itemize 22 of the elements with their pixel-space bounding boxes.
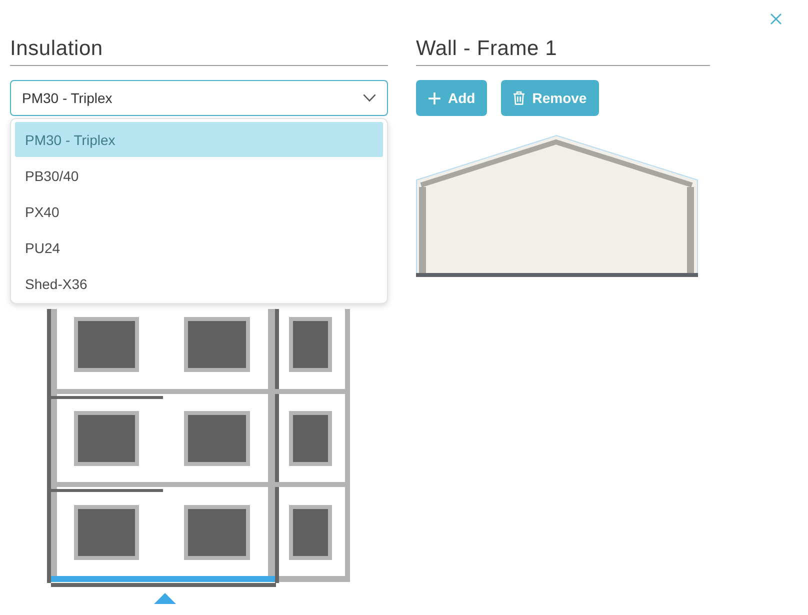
- window-shape: [74, 411, 139, 466]
- trash-icon: [513, 91, 526, 105]
- insulation-select[interactable]: PM30 - Triplex: [10, 80, 388, 116]
- dropdown-option[interactable]: Shed-X36: [15, 266, 383, 301]
- window-shape: [289, 317, 332, 372]
- dropdown-option[interactable]: PB30/40: [15, 158, 383, 193]
- window-shape: [74, 317, 139, 372]
- dropdown-option[interactable]: PX40: [15, 194, 383, 229]
- section-title: Wall - Frame 1: [416, 36, 710, 66]
- triangle-marker-icon[interactable]: [154, 593, 176, 604]
- section-title: Insulation: [10, 36, 388, 66]
- window-shape: [184, 317, 250, 372]
- window-shape: [289, 505, 332, 560]
- chevron-down-icon: [363, 94, 376, 102]
- window-shape: [74, 505, 139, 560]
- window-shape: [289, 411, 332, 466]
- plus-icon: [428, 92, 441, 104]
- window-shape: [184, 505, 250, 560]
- close-button[interactable]: [770, 13, 782, 25]
- close-icon: [770, 13, 782, 25]
- window-shape: [184, 411, 250, 466]
- dropdown-option[interactable]: PU24: [15, 230, 383, 265]
